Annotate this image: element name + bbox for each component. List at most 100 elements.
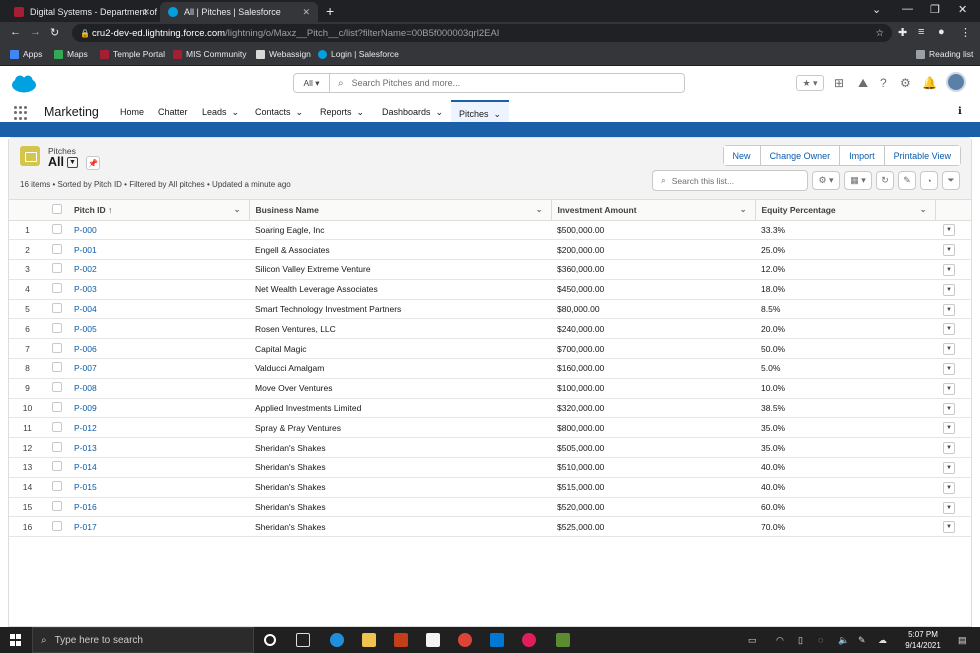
row-checkbox[interactable] [52, 263, 62, 274]
refresh-icon[interactable]: ↻ [876, 171, 894, 190]
edge-icon[interactable] [330, 633, 344, 647]
pitch-id-link[interactable]: P-003 [68, 279, 249, 300]
row-actions-menu-icon[interactable]: ▼ [943, 442, 955, 455]
row-actions-menu-icon[interactable]: ▼ [943, 382, 955, 395]
close-tab-icon[interactable]: ✕ [302, 7, 310, 18]
row-actions-menu-icon[interactable]: ▼ [943, 481, 955, 494]
import-button[interactable]: Import [839, 146, 884, 165]
new-tab-icon[interactable]: + [326, 3, 334, 19]
taskbar-search[interactable]: ⌕ Type here to search [32, 627, 254, 653]
pitch-id-link[interactable]: P-001 [68, 239, 249, 261]
pen-icon[interactable]: ✎ [858, 635, 866, 646]
minecraft-icon[interactable] [556, 633, 570, 647]
browser-menu-icon[interactable]: ⋮ [960, 26, 971, 39]
pitch-id-link[interactable]: P-000 [68, 220, 249, 241]
pitch-id-link[interactable]: P-002 [68, 259, 249, 280]
browser-tab-pitches[interactable]: All | Pitches | Salesforce ✕ [160, 2, 318, 22]
address-bar[interactable]: 🔒 cru2-dev-ed.lightning.force.com/lightn… [72, 24, 892, 42]
row-actions-menu-icon[interactable]: ▼ [943, 422, 955, 435]
system-clock[interactable]: 5:07 PM 9/14/2021 [898, 629, 948, 651]
pin-icon[interactable]: 📌 [86, 156, 100, 170]
row-checkbox[interactable] [52, 243, 62, 254]
bookmark-maps[interactable]: Maps [54, 49, 88, 59]
filter-icon[interactable]: ⏷ [942, 171, 960, 190]
row-actions-menu-icon[interactable]: ▼ [943, 501, 955, 514]
user-avatar[interactable] [946, 72, 966, 92]
pitch-id-link[interactable]: P-009 [68, 398, 249, 419]
nav-item-home[interactable]: Home [120, 107, 144, 117]
trailhead-icon[interactable]: ⛰ [858, 76, 868, 91]
row-actions-menu-icon[interactable]: ▼ [943, 283, 955, 296]
pitch-id-link[interactable]: P-016 [68, 497, 249, 518]
action-center-icon[interactable]: ▤ [958, 635, 967, 646]
display-as-table-icon[interactable]: ▦ ▾ [844, 171, 872, 190]
reading-list[interactable]: Reading list [916, 49, 973, 59]
extensions-icon[interactable]: ✚ [898, 26, 907, 39]
bookmark-temple-portal[interactable]: Temple Portal [100, 49, 165, 59]
global-actions-icon[interactable]: ⊞ [834, 76, 844, 90]
row-checkbox[interactable] [52, 421, 62, 432]
printable-view-button[interactable]: Printable View [883, 146, 960, 165]
nav-item-contacts[interactable]: Contacts ⌄ [255, 107, 303, 118]
change-owner-button[interactable]: Change Owner [759, 146, 840, 165]
row-checkbox[interactable] [52, 461, 62, 472]
nav-item-dashboards[interactable]: Dashboards ⌄ [382, 107, 443, 118]
column-header-investment-amount[interactable]: Investment Amount ⌄ [550, 200, 755, 221]
row-actions-menu-icon[interactable]: ▼ [943, 461, 955, 474]
pitch-id-link[interactable]: P-015 [68, 477, 249, 498]
wifi-icon[interactable]: ◠ [776, 635, 784, 646]
bookmark-webassign[interactable]: Webassign [256, 49, 311, 59]
maximize-icon[interactable]: ❐ [930, 3, 940, 16]
search-scope-select[interactable]: All ▾ [294, 74, 330, 92]
row-checkbox[interactable] [52, 322, 62, 333]
info-icon[interactable]: ℹ [958, 106, 962, 117]
nav-item-reports[interactable]: Reports ⌄ [320, 107, 364, 118]
chevron-down-icon[interactable]: ⌄ [536, 205, 543, 214]
row-actions-menu-icon[interactable]: ▼ [943, 323, 955, 336]
bookmark-mis-community[interactable]: MIS Community [173, 49, 246, 59]
row-checkbox[interactable] [52, 342, 62, 353]
file-explorer-icon[interactable] [362, 633, 376, 647]
row-checkbox[interactable] [52, 520, 62, 531]
pitch-id-link[interactable]: P-005 [68, 318, 249, 340]
minimize-icon[interactable]: — [902, 3, 913, 15]
app-launcher-icon[interactable] [14, 106, 28, 120]
pitch-id-link[interactable]: P-017 [68, 516, 249, 538]
pitch-id-link[interactable]: P-014 [68, 457, 249, 478]
salesforce-logo-icon[interactable] [10, 74, 38, 94]
pitch-id-link[interactable]: P-007 [68, 358, 249, 379]
mail-icon[interactable] [490, 633, 504, 647]
list-search-input[interactable]: ⌕ Search this list... [652, 170, 808, 191]
chevron-down-icon[interactable]: ⌄ [234, 205, 241, 214]
column-header-pitch-id[interactable]: Pitch ID ↑ ⌄ [68, 200, 249, 221]
row-actions-menu-icon[interactable]: ▼ [943, 362, 955, 375]
pitch-id-link[interactable]: P-012 [68, 417, 249, 439]
pitch-id-link[interactable]: P-013 [68, 437, 249, 459]
slack-icon[interactable] [522, 633, 536, 647]
profile-icon[interactable]: ● [938, 26, 945, 38]
store-icon[interactable] [426, 633, 440, 647]
back-icon[interactable]: ← [10, 26, 21, 38]
row-checkbox[interactable] [52, 283, 62, 294]
browser-tab-digital-systems[interactable]: Digital Systems - Department of ✕ [6, 2, 158, 22]
row-actions-menu-icon[interactable]: ▼ [943, 521, 955, 534]
bookmark-apps[interactable]: Apps [10, 49, 42, 59]
row-checkbox[interactable] [52, 362, 62, 373]
chrome-icon[interactable] [458, 633, 472, 647]
row-actions-menu-icon[interactable]: ▼ [943, 224, 955, 237]
row-actions-menu-icon[interactable]: ▼ [943, 263, 955, 276]
row-checkbox[interactable] [52, 382, 62, 393]
bookmark-salesforce-login[interactable]: Login | Salesforce [318, 49, 399, 59]
edit-pencil-icon[interactable]: ✎ [898, 171, 916, 190]
app-icon[interactable] [394, 633, 408, 647]
phone-icon[interactable]: ▯ [798, 635, 803, 646]
help-icon[interactable]: ? [880, 76, 887, 90]
task-view-icon[interactable] [296, 633, 310, 647]
network-icon[interactable]: ◌ [818, 635, 823, 645]
setup-gear-icon[interactable]: ⚙ [900, 76, 911, 90]
forward-icon[interactable]: → [30, 26, 41, 38]
row-actions-menu-icon[interactable]: ▼ [943, 402, 955, 415]
nav-item-chatter[interactable]: Chatter [158, 107, 188, 117]
select-all-checkbox[interactable] [52, 203, 62, 214]
pitch-id-link[interactable]: P-008 [68, 378, 249, 399]
